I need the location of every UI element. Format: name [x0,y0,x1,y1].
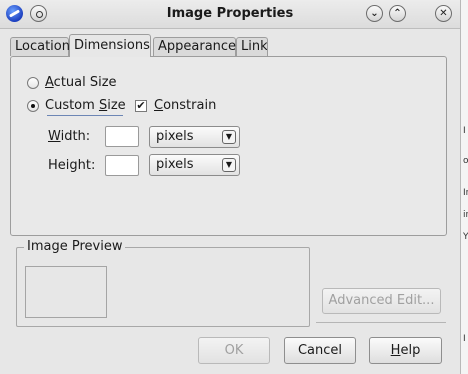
custom-size-label[interactable]: Custom Size [45,98,126,113]
height-label: Height: [48,158,95,173]
width-label: Width: [48,129,90,144]
label-mnemonic: H [390,343,401,358]
actual-size-radio[interactable] [27,77,39,89]
label-rest: onstrain [163,98,217,113]
tab-location[interactable]: Location [10,37,70,56]
maximize-button[interactable]: ⌃ [389,5,406,22]
close-button[interactable]: ✕ [435,5,452,22]
label-rest: ctual Size [53,75,117,90]
tab-label: Location [15,39,70,54]
chevron-down-icon: ⌄ [370,8,379,19]
custom-size-radio[interactable] [27,100,39,112]
help-button[interactable]: Help [369,337,442,364]
label-mnemonic: W [48,129,61,144]
width-unit-select[interactable]: pixels ▼ [149,126,240,148]
minimize-button[interactable]: ⌄ [366,5,383,22]
label-mnemonic: S [98,98,108,113]
advanced-edit-button[interactable]: Advanced Edit... [322,288,441,314]
image-preview-area [25,266,107,318]
title-bar: Image Properties ⌄ ⌃ ✕ [0,0,460,29]
dimensions-panel: Actual Size Custom Size ✔ Constrain Widt… [10,56,447,236]
constrain-checkbox[interactable]: ✔ [135,100,147,112]
tab-appearance[interactable]: Appearance [153,37,236,56]
image-properties-dialog: Image Properties ⌄ ⌃ ✕ Location Dimensio… [0,0,461,374]
button-label: Cancel [297,343,343,358]
divider [316,322,446,323]
height-unit-select[interactable]: pixels ▼ [149,154,240,176]
tab-label: Dimensions [74,38,150,53]
dropdown-arrow-icon: ▼ [222,158,236,172]
select-value: pixels [156,157,194,172]
tab-dimensions[interactable]: Dimensions [69,34,151,57]
dropdown-arrow-icon: ▼ [222,130,236,144]
image-preview-title: Image Preview [24,239,126,254]
label-rest: idth: [60,129,91,144]
button-label: Advanced Edit... [328,293,435,308]
checkmark-icon: ✔ [136,99,146,112]
button-label: OK [224,343,244,358]
width-input[interactable] [105,126,139,147]
label-rest: Height: [48,158,96,173]
background-text: Ir [463,188,468,198]
background-text: I [463,334,466,344]
tab-label: Appearance [158,39,237,54]
background-text: ir [463,210,468,220]
select-value: pixels [156,129,194,144]
background-text: Y [463,232,468,242]
label-prefix: Custom [45,98,99,113]
label-rest: ize [107,98,126,113]
label-rest: elp [400,343,421,358]
tab-label: Link [241,39,268,54]
chevron-up-icon: ⌃ [393,8,402,19]
constrain-label[interactable]: Constrain [154,98,216,113]
cancel-button[interactable]: Cancel [284,337,356,364]
label-mnemonic: C [154,98,164,113]
label-mnemonic: A [45,75,54,90]
background-text: I [463,126,466,136]
height-input[interactable] [105,155,139,176]
background-text: o [463,156,468,166]
actual-size-label[interactable]: Actual Size [45,75,117,90]
tab-link[interactable]: Link [236,37,268,56]
close-icon: ✕ [439,8,448,19]
ok-button[interactable]: OK [198,337,270,364]
background-window-strip: I o Ir ir Y I [460,0,468,374]
image-preview-group: Image Preview [16,239,310,327]
focus-underline [47,115,123,116]
